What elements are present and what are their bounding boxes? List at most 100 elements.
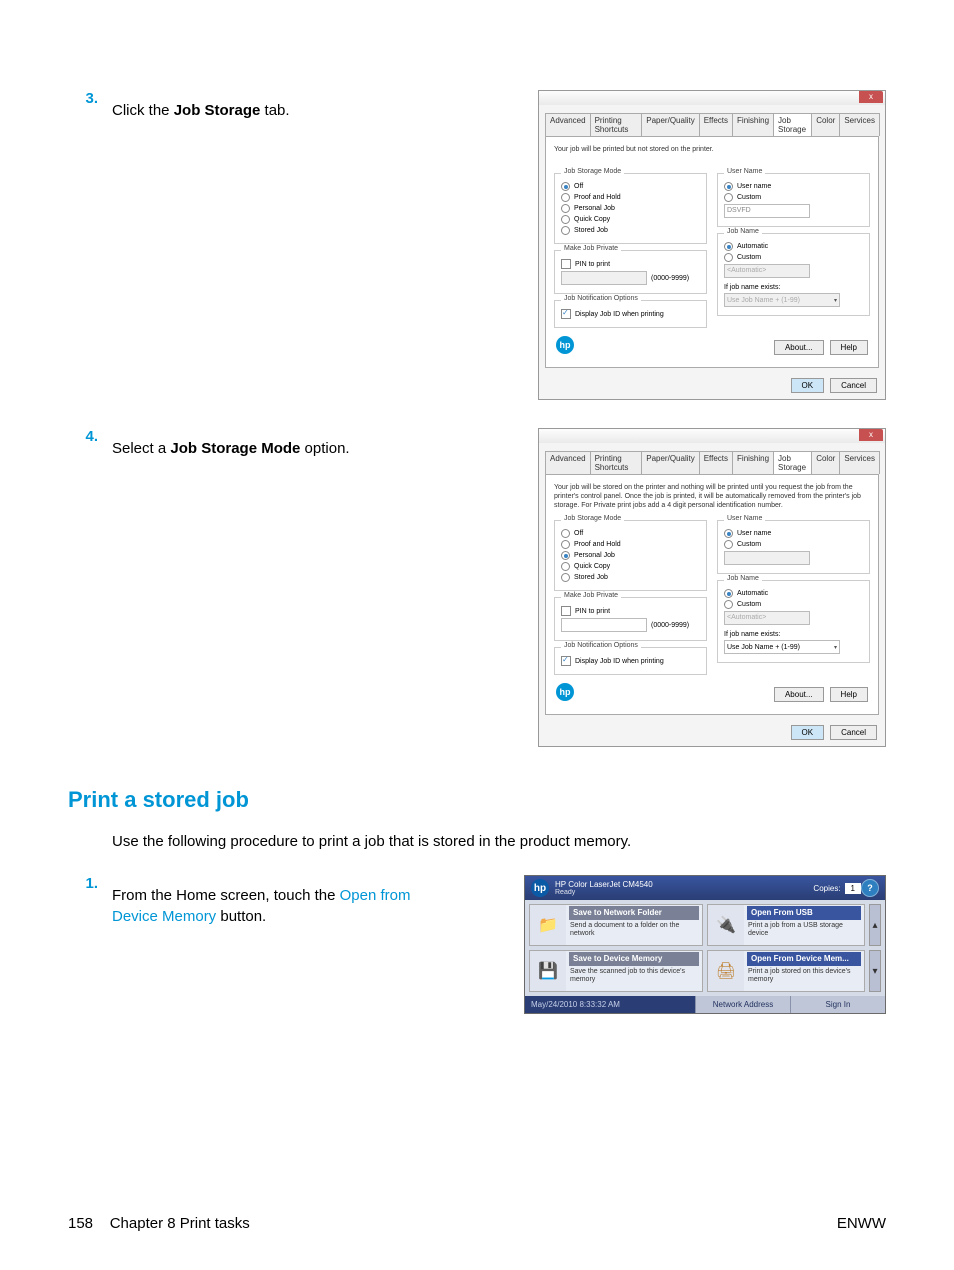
- tab-shortcuts[interactable]: Printing Shortcuts: [590, 113, 643, 136]
- chevron-down-icon: ▾: [834, 297, 837, 304]
- tile-head-snf: Save to Network Folder: [569, 906, 699, 920]
- radio-uname-custom[interactable]: [724, 540, 733, 549]
- ok-button[interactable]: OK: [791, 378, 825, 393]
- close-icon[interactable]: x: [859, 91, 883, 103]
- radio-jname-auto[interactable]: [724, 242, 733, 251]
- radio-off[interactable]: [561, 529, 570, 538]
- radio-personal[interactable]: [561, 204, 570, 213]
- exists-value: Use Job Name + (1-99): [727, 297, 800, 304]
- pin-field: [561, 271, 647, 285]
- tab-advanced[interactable]: Advanced: [545, 451, 591, 474]
- tab-effects[interactable]: Effects: [699, 451, 733, 474]
- about-button[interactable]: About...: [774, 340, 824, 355]
- about-button[interactable]: About...: [774, 687, 824, 702]
- cancel-button[interactable]: Cancel: [830, 378, 877, 393]
- cancel-button[interactable]: Cancel: [830, 725, 877, 740]
- radio-jname-custom[interactable]: [724, 600, 733, 609]
- network-address-button[interactable]: Network Address: [695, 996, 790, 1013]
- tile-open-from-usb[interactable]: 🔌 Open From USB Print a job from a USB s…: [707, 904, 865, 946]
- label-jname-auto: Automatic: [737, 243, 768, 250]
- label-uname-custom: Custom: [737, 541, 761, 548]
- tile-save-network-folder[interactable]: 📁 Save to Network Folder Send a document…: [529, 904, 703, 946]
- checkbox-pin[interactable]: [561, 606, 571, 616]
- tab-paperquality[interactable]: Paper/Quality: [641, 113, 699, 136]
- label-quick: Quick Copy: [574, 563, 610, 570]
- tab-jobstorage[interactable]: Job Storage: [773, 113, 812, 136]
- radio-uname-custom[interactable]: [724, 193, 733, 202]
- tab-services[interactable]: Services: [839, 113, 880, 136]
- group-private-title: Make Job Private: [561, 592, 621, 599]
- label-jname-custom: Custom: [737, 601, 761, 608]
- label-personal: Personal Job: [574, 205, 615, 212]
- label-jname-auto: Automatic: [737, 590, 768, 597]
- label-quick: Quick Copy: [574, 216, 610, 223]
- radio-personal[interactable]: [561, 551, 570, 560]
- exists-value: Use Job Name + (1-99): [727, 644, 800, 651]
- copies-value[interactable]: 1: [845, 883, 861, 894]
- footer-right: ENWW: [837, 1215, 886, 1232]
- group-username-title: User Name: [724, 168, 765, 175]
- username-field: [724, 551, 810, 565]
- page-number: 158: [68, 1215, 93, 1232]
- label-proof: Proof and Hold: [574, 194, 621, 201]
- tab-finishing[interactable]: Finishing: [732, 113, 774, 136]
- tab-effects[interactable]: Effects: [699, 113, 733, 136]
- tab-services[interactable]: Services: [839, 451, 880, 474]
- radio-uname-auto[interactable]: [724, 529, 733, 538]
- tab-color[interactable]: Color: [811, 451, 840, 474]
- username-field[interactable]: DSVFD: [724, 204, 810, 218]
- checkbox-display-id[interactable]: [561, 656, 571, 666]
- radio-proof[interactable]: [561, 193, 570, 202]
- help-icon[interactable]: ?: [861, 879, 879, 897]
- tab-finishing[interactable]: Finishing: [732, 451, 774, 474]
- tab-shortcuts[interactable]: Printing Shortcuts: [590, 451, 643, 474]
- group-username-title: User Name: [724, 515, 765, 522]
- sign-in-button[interactable]: Sign In: [790, 996, 885, 1013]
- print-properties-dialog-1: x Advanced Printing Shortcuts Paper/Qual…: [538, 90, 886, 400]
- radio-proof[interactable]: [561, 540, 570, 549]
- tile-body-sdm: Save the scanned job to this device's me…: [570, 968, 698, 985]
- step-4-image: x Advanced Printing Shortcuts Paper/Qual…: [452, 428, 886, 747]
- checkbox-pin[interactable]: [561, 259, 571, 269]
- tile-save-device-memory[interactable]: 💾 Save to Device Memory Save the scanned…: [529, 950, 703, 992]
- radio-stored[interactable]: [561, 226, 570, 235]
- step-number-3: 3.: [68, 90, 112, 107]
- tab-jobstorage[interactable]: Job Storage: [773, 451, 812, 474]
- scroll-up-icon[interactable]: ▴: [869, 904, 881, 946]
- label-display-id: Display Job ID when printing: [575, 311, 664, 318]
- print-properties-dialog-2: x Advanced Printing Shortcuts Paper/Qual…: [538, 428, 886, 747]
- memory-icon: 💾: [530, 951, 566, 991]
- radio-jname-custom[interactable]: [724, 253, 733, 262]
- radio-stored[interactable]: [561, 573, 570, 582]
- tab-paperquality[interactable]: Paper/Quality: [641, 451, 699, 474]
- close-icon[interactable]: x: [859, 429, 883, 441]
- radio-quick[interactable]: [561, 562, 570, 571]
- tab-color[interactable]: Color: [811, 113, 840, 136]
- folder-icon: 📁: [530, 905, 566, 945]
- radio-off[interactable]: [561, 182, 570, 191]
- scroll-down-icon[interactable]: ▾: [869, 950, 881, 992]
- pin-field[interactable]: [561, 618, 647, 632]
- jobname-field: <Automatic>: [724, 611, 810, 625]
- hp-logo-icon: hp: [531, 879, 549, 897]
- dialog-description-2: Your job will be stored on the printer a…: [554, 483, 870, 510]
- label-exists: If job name exists:: [724, 631, 780, 638]
- help-button[interactable]: Help: [830, 340, 868, 355]
- step-3-text: Click the Job Storage tab.: [112, 90, 452, 121]
- tile-head-sdm: Save to Device Memory: [569, 952, 699, 966]
- tile-head-ofdm: Open From Device Mem...: [747, 952, 861, 966]
- radio-jname-auto[interactable]: [724, 589, 733, 598]
- checkbox-display-id[interactable]: [561, 309, 571, 319]
- tab-advanced[interactable]: Advanced: [545, 113, 591, 136]
- chapter-label: Chapter 8 Print tasks: [110, 1215, 250, 1232]
- exists-select[interactable]: Use Job Name + (1-99)▾: [724, 640, 840, 654]
- step-number-4: 4.: [68, 428, 112, 445]
- step-3-bold: Job Storage: [174, 102, 261, 119]
- tile-open-from-device-memory[interactable]: 🖨 Open From Device Mem... Print a job st…: [707, 950, 865, 992]
- label-proof: Proof and Hold: [574, 541, 621, 548]
- radio-quick[interactable]: [561, 215, 570, 224]
- ok-button[interactable]: OK: [791, 725, 825, 740]
- radio-uname-auto[interactable]: [724, 182, 733, 191]
- help-button[interactable]: Help: [830, 687, 868, 702]
- section-heading: Print a stored job: [68, 787, 886, 813]
